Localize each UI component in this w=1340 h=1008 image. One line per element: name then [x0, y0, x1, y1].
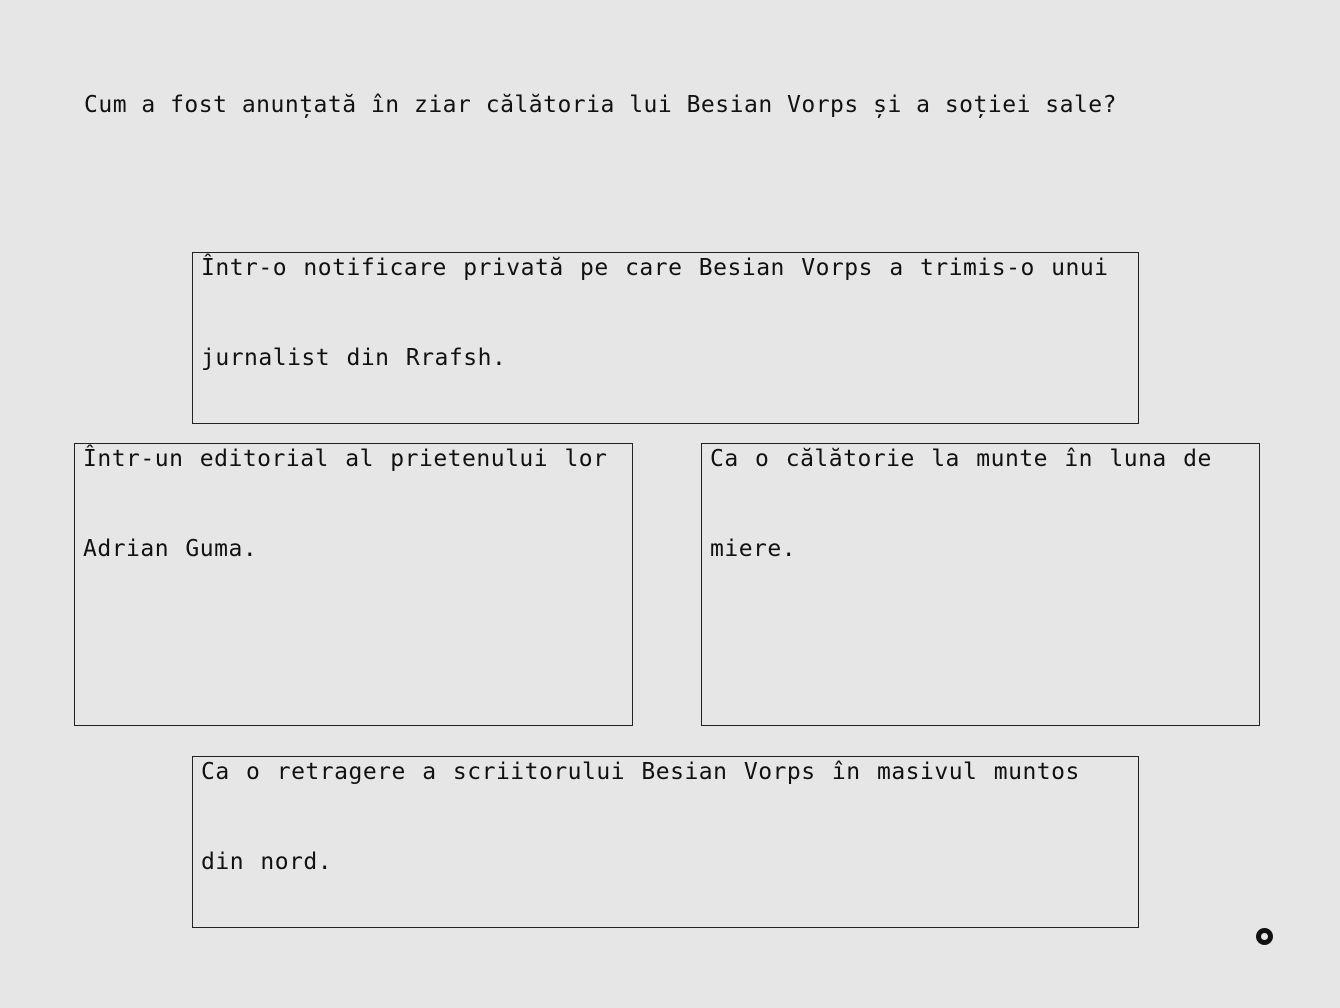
- record-circle-icon: [1256, 928, 1273, 945]
- answer-option-d[interactable]: Ca o retragere a scriitorului Besian Vor…: [192, 756, 1139, 928]
- answer-option-c-label: Ca o călătorie la munte în luna de miere…: [710, 446, 1212, 562]
- record-circle-inner: [1261, 933, 1268, 940]
- answer-option-a[interactable]: Într-o notificare privată pe care Besian…: [192, 252, 1139, 424]
- answer-option-a-label: Într-o notificare privată pe care Besian…: [201, 255, 1109, 371]
- answer-option-c[interactable]: Ca o călătorie la munte în luna de miere…: [701, 443, 1260, 726]
- answer-option-b[interactable]: Într-un editorial al prietenului lor Adr…: [74, 443, 633, 726]
- answer-option-b-label: Într-un editorial al prietenului lor Adr…: [83, 446, 608, 562]
- answer-option-d-label: Ca o retragere a scriitorului Besian Vor…: [201, 759, 1080, 875]
- question-text: Cum a fost anunțată în ziar călătoria lu…: [84, 92, 1117, 118]
